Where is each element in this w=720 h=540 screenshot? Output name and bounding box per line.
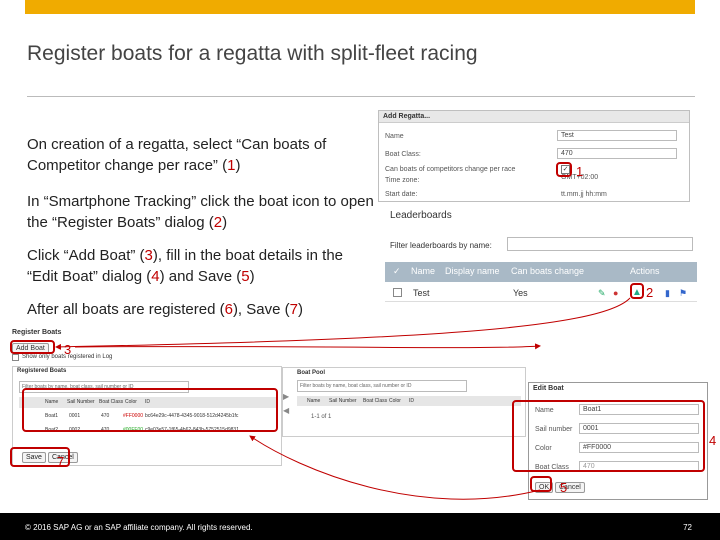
pool-col-name[interactable]: Name — [307, 398, 320, 404]
marker-3-box — [10, 340, 55, 354]
bullet-2: In “Smartphone Tracking” click the boat … — [27, 193, 374, 231]
marker-2: 2 — [646, 285, 654, 300]
top-accent-bar — [25, 0, 695, 14]
col-can-change[interactable]: Can boats change — [511, 266, 584, 276]
marker-3: 3 — [64, 342, 72, 357]
filter-leaderboards-input[interactable] — [507, 237, 693, 251]
footer-bar: © 2016 SAP AG or an SAP affiliate compan… — [0, 513, 720, 540]
person-icon[interactable]: ● — [613, 288, 618, 298]
register-boats-title: Register Boats — [8, 327, 290, 338]
pool-col-sail[interactable]: Sail Number — [329, 398, 357, 404]
boat-pool-group: Boat Pool Filter boats by name, boat cla… — [282, 367, 526, 437]
marker-1-box — [556, 162, 572, 177]
edit-boat-title: Edit Boat — [529, 383, 707, 394]
marker-4: 4 — [709, 433, 717, 448]
marker-4-box — [512, 400, 705, 472]
copyright-text: © 2016 SAP AG or an SAP affiliate compan… — [25, 523, 253, 532]
flag-icon[interactable]: ⚑ — [679, 288, 687, 299]
slide-title: Register boats for a regatta with split-… — [27, 42, 478, 65]
timezone-label: Time zone: — [385, 177, 420, 184]
col-actions: Actions — [630, 266, 660, 276]
chart-icon[interactable]: ▮ — [665, 288, 670, 299]
leaderboards-header: ✓ Name Display name Can boats change Act… — [385, 262, 697, 282]
col-display-name[interactable]: Display name — [445, 266, 500, 276]
col-select: ✓ — [393, 266, 401, 276]
row-can-change: Yes — [513, 288, 528, 298]
marker-7: 7 — [57, 454, 65, 469]
filter-leaderboards-label: Filter leaderboards by name: — [390, 241, 492, 250]
marker-5-box — [530, 476, 552, 492]
marker-2-box — [630, 283, 644, 299]
add-regatta-title: Add Regatta... — [379, 111, 689, 123]
bullet-1: On creation of a regatta, select “Can bo… — [27, 136, 327, 174]
boat-pool-title: Boat Pool — [297, 370, 325, 376]
boat-class-field[interactable]: 470 — [557, 148, 677, 159]
title-divider — [27, 96, 695, 97]
marker-5: 5 — [560, 480, 568, 495]
marker-6-box — [22, 388, 278, 432]
add-regatta-dialog: Add Regatta... Name Test Boat Class: 470… — [378, 110, 690, 202]
boat-class-label: Boat Class: — [385, 151, 421, 158]
bullet-3: Click “Add Boat” (3), fill in the boat d… — [27, 247, 343, 285]
leaderboards-title: Leaderboards — [390, 210, 452, 221]
marker-1: 1 — [576, 164, 584, 179]
move-left-icon[interactable]: ◀ — [283, 406, 289, 415]
col-name[interactable]: Name — [411, 266, 435, 276]
pool-col-class[interactable]: Boat Class — [363, 398, 387, 404]
start-date-value[interactable]: tt.mm.jj hh:mm — [561, 191, 607, 198]
name-label: Name — [385, 133, 404, 140]
regatta-name-field[interactable]: Test — [557, 130, 677, 141]
pool-col-id[interactable]: ID — [409, 398, 414, 404]
start-date-label: Start date: — [385, 191, 418, 198]
pool-col-color[interactable]: Color — [389, 398, 401, 404]
row-name: Test — [413, 288, 430, 298]
page-number: 72 — [683, 523, 692, 532]
filter-pool-input[interactable]: Filter boats by name, boat class, sail n… — [297, 380, 467, 392]
show-only-checkbox[interactable] — [12, 354, 19, 361]
can-change-label: Can boats of competitors change per race — [385, 166, 516, 173]
registered-boats-title: Registered Boats — [17, 368, 67, 374]
edit-icon[interactable]: ✎ — [598, 288, 606, 299]
arrow-5-to-6 — [249, 435, 541, 500]
pool-header: Name Sail Number Boat Class Color ID — [297, 396, 521, 406]
pool-pager[interactable]: 1-1 of 1 — [311, 414, 331, 420]
bullet-4: After all boats are registered (6), Save… — [27, 301, 303, 318]
row-checkbox[interactable] — [393, 288, 402, 297]
move-right-icon[interactable]: ▶ — [283, 392, 289, 401]
